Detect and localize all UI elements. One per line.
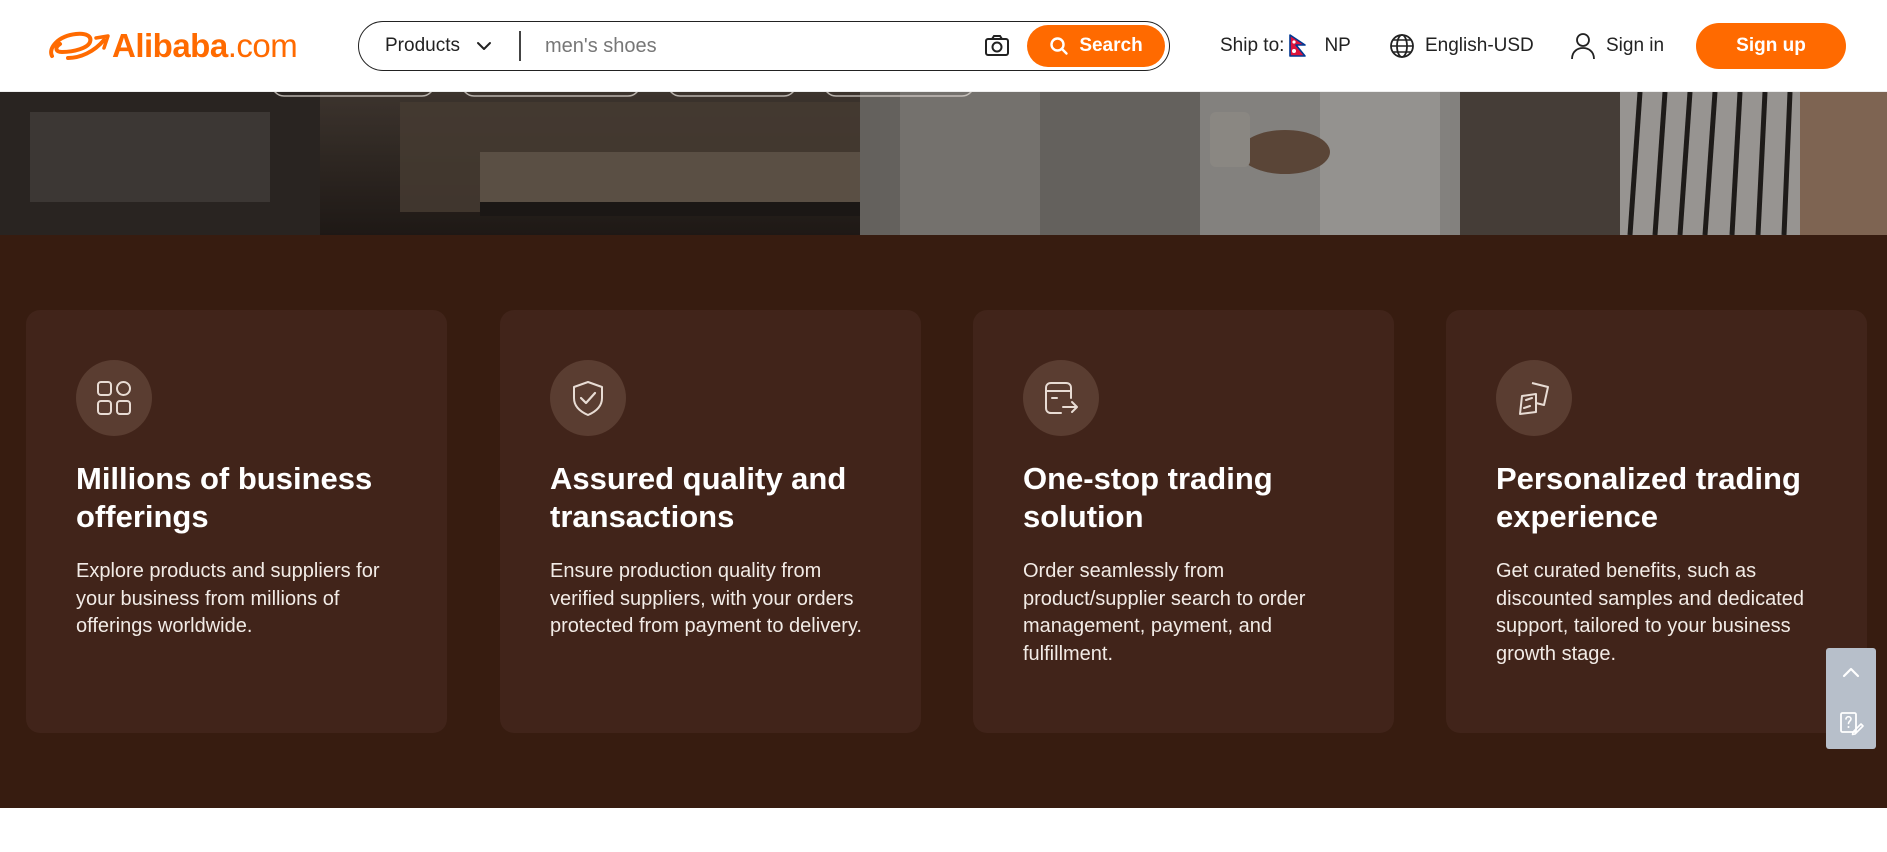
search-input[interactable] — [521, 22, 975, 70]
feature-icon-circle — [76, 360, 152, 436]
sign-up-button[interactable]: Sign up — [1696, 23, 1846, 69]
logo-wordmark: Alibaba.com — [112, 27, 298, 65]
feature-title: Assured quality and transactions — [550, 461, 847, 534]
feature-card-assured-quality: Assured quality and transactions Ensure … — [500, 310, 921, 733]
search-bar: Products Search — [358, 21, 1170, 71]
image-search-button[interactable] — [975, 24, 1019, 68]
hero-background-image — [0, 92, 1887, 235]
shield-check-icon — [573, 381, 603, 416]
alibaba-logo-mark-icon — [49, 31, 110, 60]
personalized-cubes-icon — [1519, 382, 1549, 415]
logo-brand: Alibaba — [112, 27, 228, 64]
sign-in-label: Sign in — [1606, 35, 1665, 56]
feature-description: Ensure production quality from verified … — [550, 560, 862, 637]
feature-card-business-offerings: Millions of business offerings Explore p… — [26, 310, 447, 733]
floating-side-toolbar — [1826, 648, 1876, 749]
sign-in-link[interactable]: Sign in — [1570, 31, 1664, 61]
alibaba-logo[interactable]: Alibaba.com — [46, 24, 298, 68]
feedback-icon — [1840, 712, 1864, 736]
feature-icon-circle — [550, 360, 626, 436]
office-meeting-photo — [0, 92, 1887, 235]
feature-icon-circle — [1023, 360, 1099, 436]
ship-to-selector[interactable]: Ship to: NP — [1220, 33, 1351, 59]
logo-suffix: .com — [227, 27, 298, 64]
camera-icon — [985, 35, 1009, 56]
feature-description: Order seamlessly from product/supplier s… — [1023, 560, 1306, 665]
features-section: Millions of business offerings Explore p… — [0, 235, 1887, 808]
search-category-label: Products — [385, 35, 460, 56]
feature-card-one-stop-trading: One-stop trading solution Order seamless… — [973, 310, 1394, 733]
chevron-down-icon — [476, 42, 491, 50]
order-transfer-icon — [1045, 382, 1078, 414]
feature-description: Explore products and suppliers for your … — [76, 560, 380, 637]
search-button[interactable]: Search — [1027, 25, 1165, 67]
back-to-top-button[interactable] — [1826, 648, 1876, 698]
feature-title: Millions of business offerings — [76, 461, 373, 534]
nepal-flag-icon — [1289, 34, 1307, 57]
feature-title: One-stop trading solution — [1023, 461, 1273, 534]
feature-icon-circle — [1496, 360, 1572, 436]
feature-description: Get curated benefits, such as discounted… — [1496, 560, 1804, 665]
language-currency-label: English-USD — [1425, 35, 1534, 56]
back-to-top-icon — [1842, 667, 1860, 678]
search-button-label: Search — [1079, 35, 1143, 56]
ship-to-country: NP — [1324, 35, 1351, 56]
site-header: Alibaba.com Products Search Ship t — [0, 0, 1887, 92]
user-icon — [1571, 33, 1595, 60]
language-currency-selector[interactable]: English-USD — [1389, 31, 1534, 61]
ship-to-label: Ship to: — [1220, 35, 1285, 56]
feature-card-personalized-experience: Personalized trading experience Get cura… — [1446, 310, 1867, 733]
search-category-dropdown[interactable]: Products — [359, 22, 519, 70]
feature-title: Personalized trading experience — [1496, 461, 1801, 534]
grid-apps-icon — [97, 381, 131, 415]
feedback-button[interactable] — [1826, 698, 1876, 748]
search-icon — [1050, 37, 1069, 55]
globe-icon — [1390, 34, 1414, 58]
